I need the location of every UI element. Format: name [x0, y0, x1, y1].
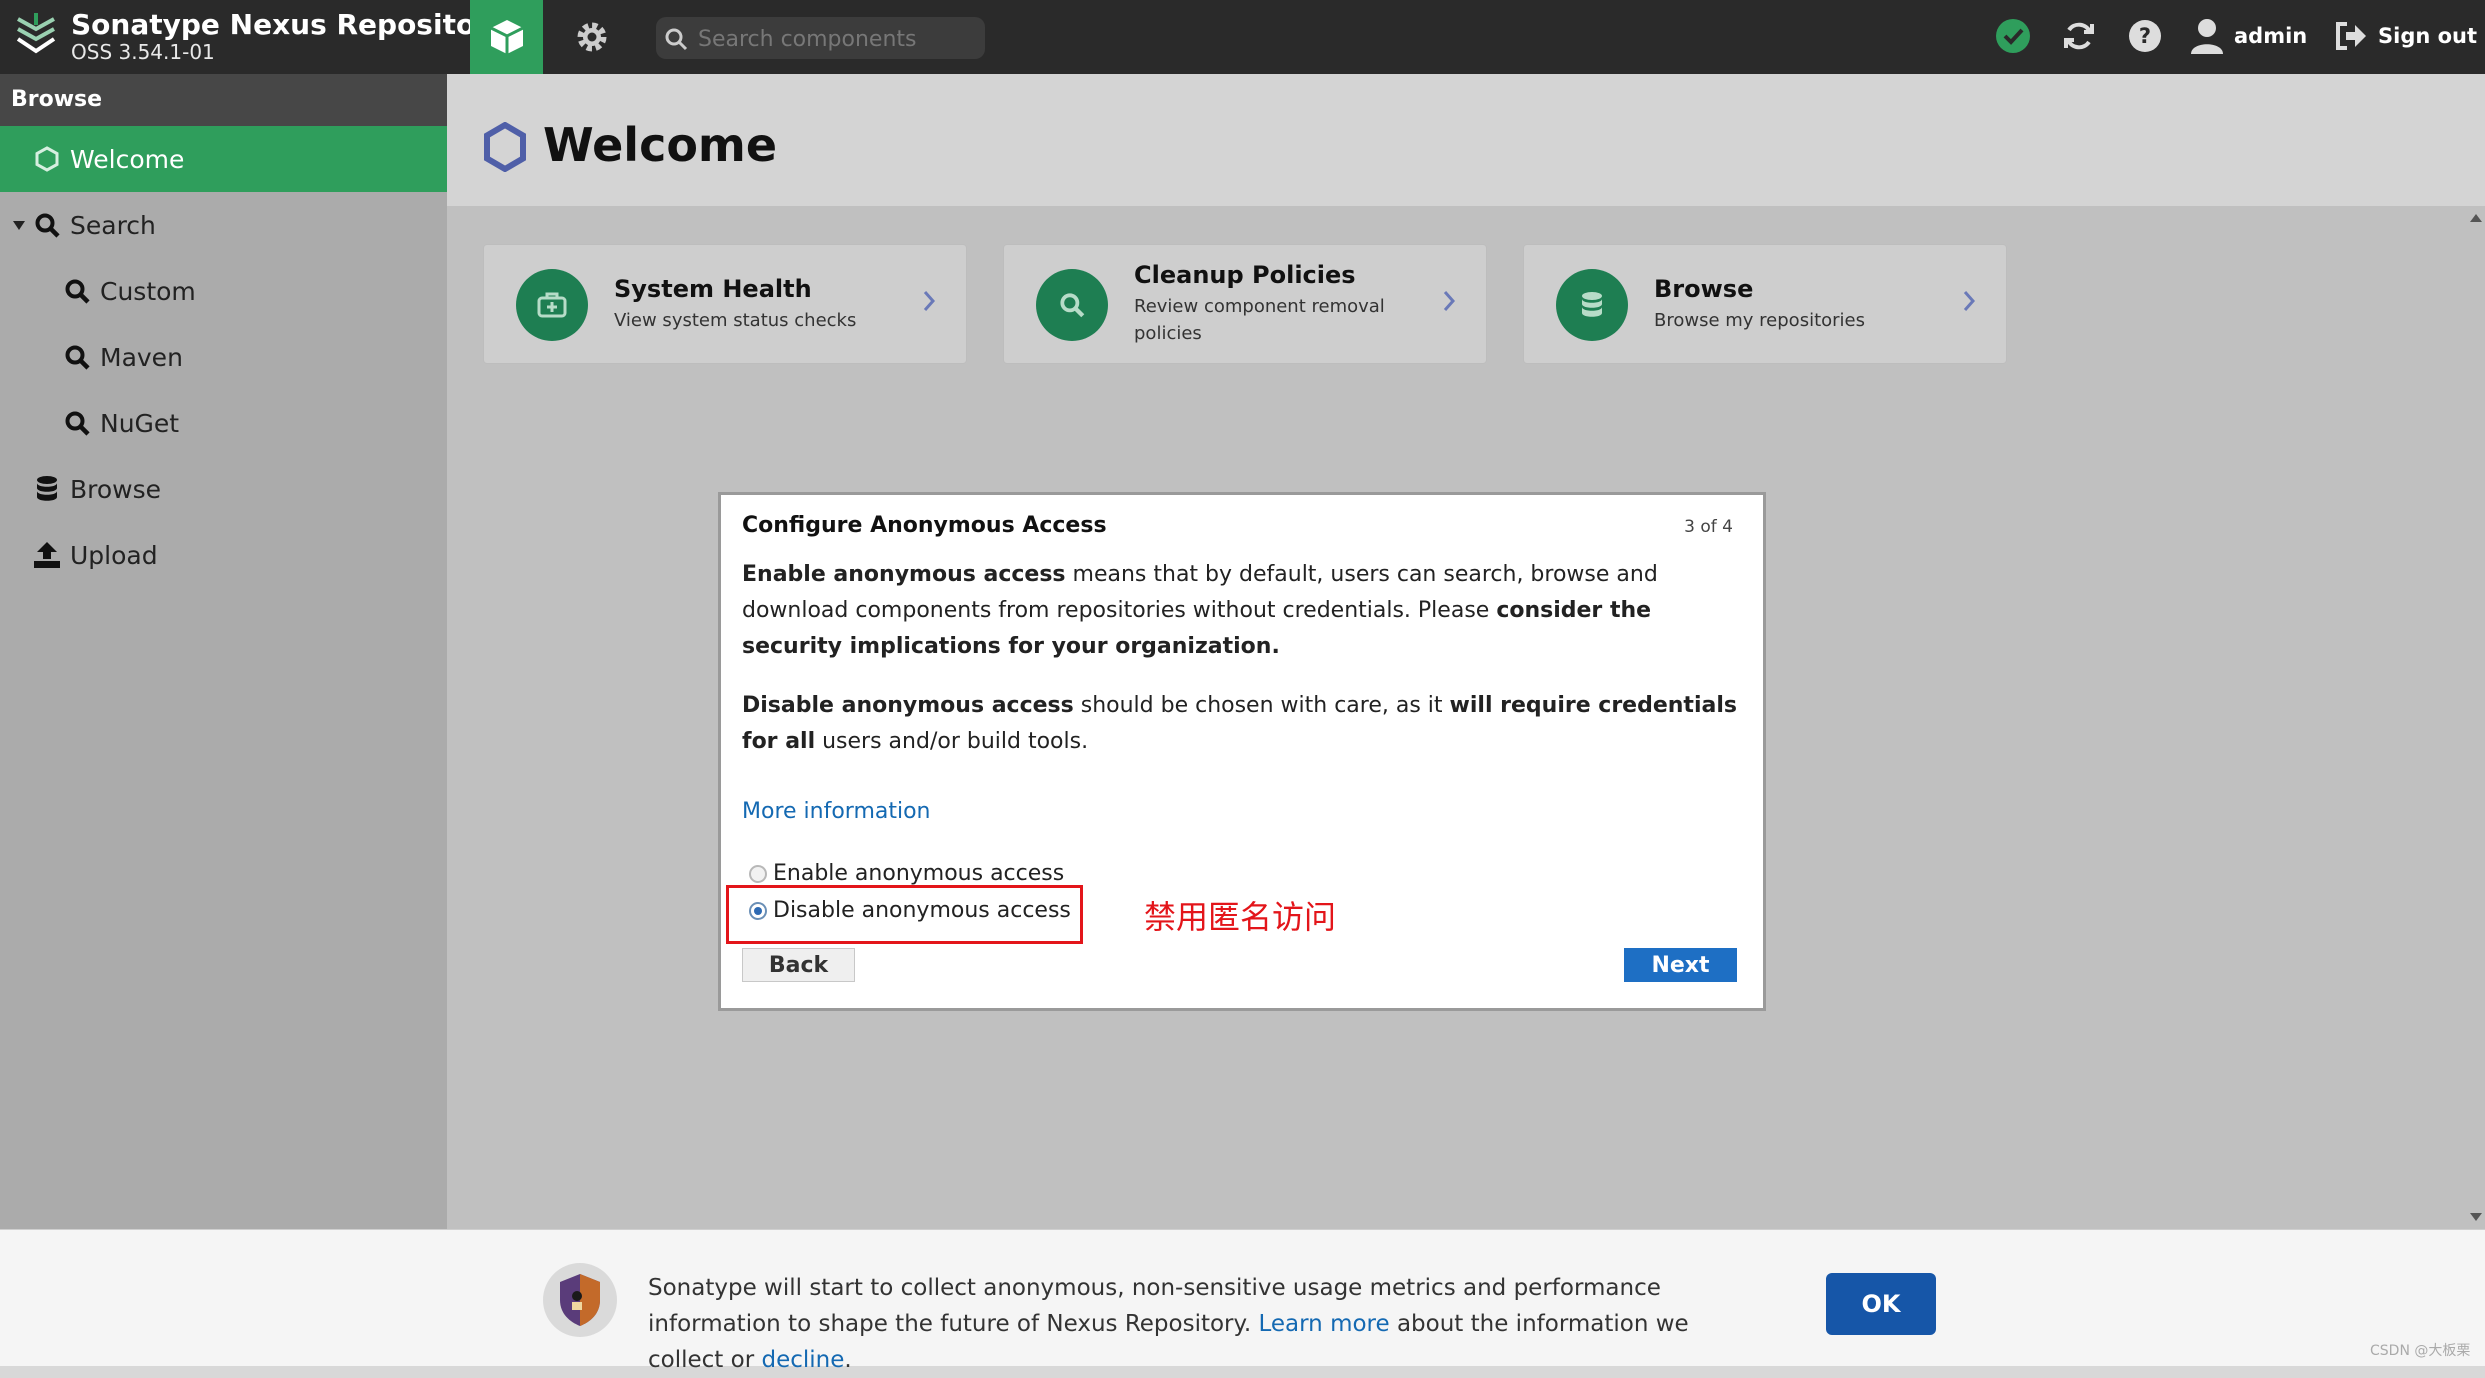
sidebar-item-search[interactable]: Search	[0, 192, 447, 258]
medkit-icon	[516, 269, 588, 341]
user-name: admin	[2234, 24, 2308, 48]
decline-link[interactable]: decline	[761, 1347, 844, 1373]
radio-button[interactable]	[749, 864, 767, 883]
sidebar-item-label: Browse	[70, 474, 162, 504]
browse-cube-icon	[489, 20, 524, 54]
more-information-link[interactable]: More information	[742, 799, 931, 824]
card-title: Browse	[1654, 275, 1754, 303]
sidebar-item-browse[interactable]: Browse	[0, 456, 447, 522]
sidebar-heading: Browse	[0, 74, 447, 126]
browse-mode-button[interactable]	[470, 0, 543, 74]
status-check-icon	[1996, 19, 2030, 53]
annotation-highlight-box	[726, 885, 1083, 944]
card-cleanup-policies[interactable]: Cleanup Policies Review component remova…	[1003, 244, 1487, 364]
next-button[interactable]: Next	[1624, 948, 1737, 982]
banner-message: Sonatype will start to collect anonymous…	[648, 1270, 1748, 1378]
app-title: Sonatype Nexus Repository	[71, 8, 508, 41]
card-description: Review component removal policies	[1134, 296, 1385, 344]
user-icon	[2191, 19, 2223, 54]
card-description: Browse my repositories	[1654, 310, 1865, 331]
learn-more-link[interactable]: Learn more	[1258, 1311, 1389, 1337]
sidebar-item-custom[interactable]: Custom	[0, 258, 447, 324]
top-header: Sonatype Nexus Repository OSS 3.54.1-01	[0, 0, 2485, 74]
search-icon	[30, 212, 64, 238]
banner-ok-button[interactable]: OK	[1826, 1273, 1936, 1335]
sidebar-item-label: Custom	[100, 276, 196, 306]
sign-out-label: Sign out	[2378, 24, 2478, 48]
analytics-banner: Sonatype will start to collect anonymous…	[0, 1229, 2485, 1373]
search-icon	[60, 344, 94, 370]
dialog-paragraph-enable: Enable anonymous access means that by de…	[742, 557, 1742, 665]
search-components-box[interactable]	[656, 17, 985, 59]
user-menu[interactable]: admin	[2190, 14, 2307, 58]
sign-out-button[interactable]: Sign out	[2334, 14, 2477, 58]
dialog-step-indicator: 3 of 4	[1684, 517, 1733, 537]
upload-icon	[30, 541, 64, 569]
title-bar: Welcome	[447, 74, 2485, 206]
sidebar-item-maven[interactable]: Maven	[0, 324, 447, 390]
card-title: Cleanup Policies	[1134, 261, 1356, 289]
sidebar-item-label: Search	[70, 210, 156, 240]
card-system-health[interactable]: System Health View system status checks	[483, 244, 967, 364]
scroll-up-arrow-icon[interactable]	[2467, 210, 2485, 226]
privacy-shield-icon	[543, 1263, 617, 1337]
scroll-down-arrow-icon[interactable]	[2467, 1209, 2485, 1225]
sidebar-item-upload[interactable]: Upload	[0, 522, 447, 588]
chevron-right-icon	[1443, 291, 1456, 311]
svg-text:?: ?	[2139, 24, 2151, 48]
sidebar-item-welcome[interactable]: Welcome	[0, 126, 447, 192]
sidebar-item-label: Maven	[100, 342, 183, 372]
search-icon	[665, 28, 688, 51]
radio-enable-anonymous[interactable]: Enable anonymous access	[749, 861, 1064, 886]
vertical-scrollbar[interactable]	[2467, 206, 2485, 1229]
sign-out-icon	[2336, 22, 2366, 50]
hexagon-icon	[30, 146, 64, 172]
annotation-text: 禁用匿名访问	[1144, 898, 1337, 936]
help-button[interactable]: ?	[2125, 16, 2165, 56]
page-title: Welcome	[543, 118, 778, 172]
chevron-right-icon	[923, 291, 936, 311]
chevron-right-icon	[1963, 291, 1976, 311]
sidebar-item-nuget[interactable]: NuGet	[0, 390, 447, 456]
dialog-title: Configure Anonymous Access	[742, 513, 1107, 538]
body-text: .	[844, 1347, 852, 1373]
search-input[interactable]	[696, 21, 980, 57]
search-icon	[60, 278, 94, 304]
card-browse[interactable]: Browse Browse my repositories	[1523, 244, 2007, 364]
dialog-paragraph-disable: Disable anonymous access should be chose…	[742, 688, 1742, 760]
search-icon	[60, 410, 94, 436]
database-icon	[1556, 269, 1628, 341]
sidebar-item-label: Upload	[70, 540, 158, 570]
nexus-logo-icon	[16, 13, 56, 54]
card-title: System Health	[614, 275, 812, 303]
hexagon-icon	[484, 122, 526, 172]
sidebar-item-label: NuGet	[100, 408, 180, 438]
sidebar-item-label: Welcome	[70, 144, 185, 174]
search-icon	[1036, 269, 1108, 341]
radio-label: Enable anonymous access	[773, 861, 1065, 886]
card-description: View system status checks	[614, 310, 857, 331]
help-icon: ?	[2129, 20, 2161, 52]
status-button[interactable]	[1993, 16, 2033, 56]
body-text: users and/or build tools.	[815, 729, 1089, 754]
database-icon	[30, 475, 64, 503]
back-button[interactable]: Back	[742, 948, 855, 982]
emphasis-text: Disable anonymous access	[742, 693, 1074, 718]
sidebar: Browse Welcome Search Custom Maven NuGet	[0, 74, 447, 1229]
refresh-button[interactable]	[2059, 16, 2099, 56]
body-text: should be chosen with care, as it	[1073, 693, 1450, 718]
app-version: OSS 3.54.1-01	[71, 40, 215, 64]
watermark: CSDN @大板栗	[2370, 1343, 2471, 1359]
emphasis-text: Enable anonymous access	[742, 562, 1066, 587]
refresh-icon	[2064, 22, 2094, 50]
admin-mode-button[interactable]	[555, 0, 628, 74]
caret-down-icon	[13, 221, 25, 230]
settings-gear-icon	[577, 22, 606, 52]
